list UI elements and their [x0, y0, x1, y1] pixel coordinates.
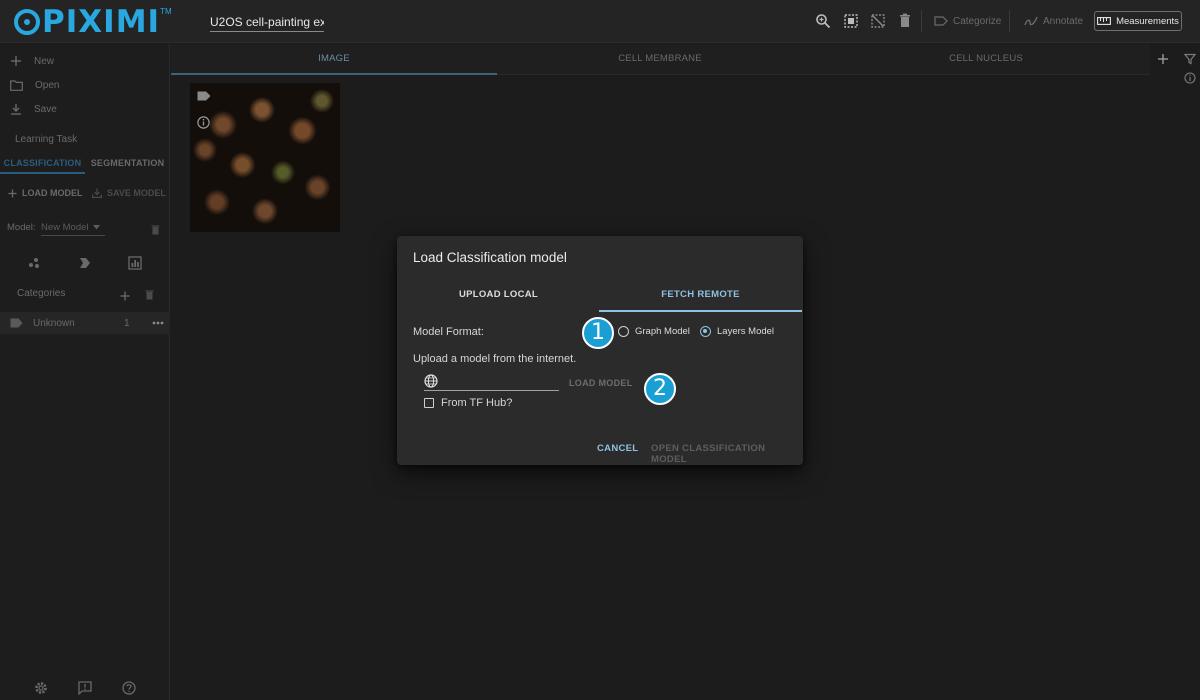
model-format-label: Model Format:: [413, 326, 484, 338]
tab-fetch-remote[interactable]: FETCH REMOTE: [599, 282, 802, 312]
checkbox-label: From TF Hub?: [441, 397, 513, 409]
cancel-button[interactable]: CANCEL: [597, 443, 638, 454]
callout-badge-2: 2: [644, 373, 676, 405]
model-url-input[interactable]: [442, 373, 557, 389]
load-model-button[interactable]: LOAD MODEL: [569, 378, 633, 388]
callout-badge-1: 1: [582, 317, 614, 349]
checkbox-unchecked-icon[interactable]: [424, 398, 434, 408]
dialog-tabs: UPLOAD LOCAL FETCH REMOTE: [397, 282, 803, 312]
radio-checked-icon: [700, 326, 711, 337]
radio-layers-model[interactable]: Layers Model: [700, 326, 774, 337]
globe-icon: [424, 374, 438, 388]
upload-description: Upload a model from the internet.: [413, 353, 577, 365]
load-classification-model-dialog: Load Classification model UPLOAD LOCAL F…: [397, 236, 803, 465]
open-classification-model-button[interactable]: OPEN CLASSIFICATION MODEL: [651, 443, 803, 465]
radio-unchecked-icon: [618, 326, 629, 337]
model-url-field[interactable]: [424, 373, 559, 391]
tab-upload-local[interactable]: UPLOAD LOCAL: [397, 282, 600, 312]
dialog-title: Load Classification model: [413, 250, 567, 265]
radio-graph-model[interactable]: Graph Model: [618, 326, 690, 337]
radio-label: Layers Model: [717, 326, 775, 337]
radio-label: Graph Model: [635, 326, 690, 337]
from-tf-hub-checkbox[interactable]: From TF Hub?: [424, 397, 512, 409]
